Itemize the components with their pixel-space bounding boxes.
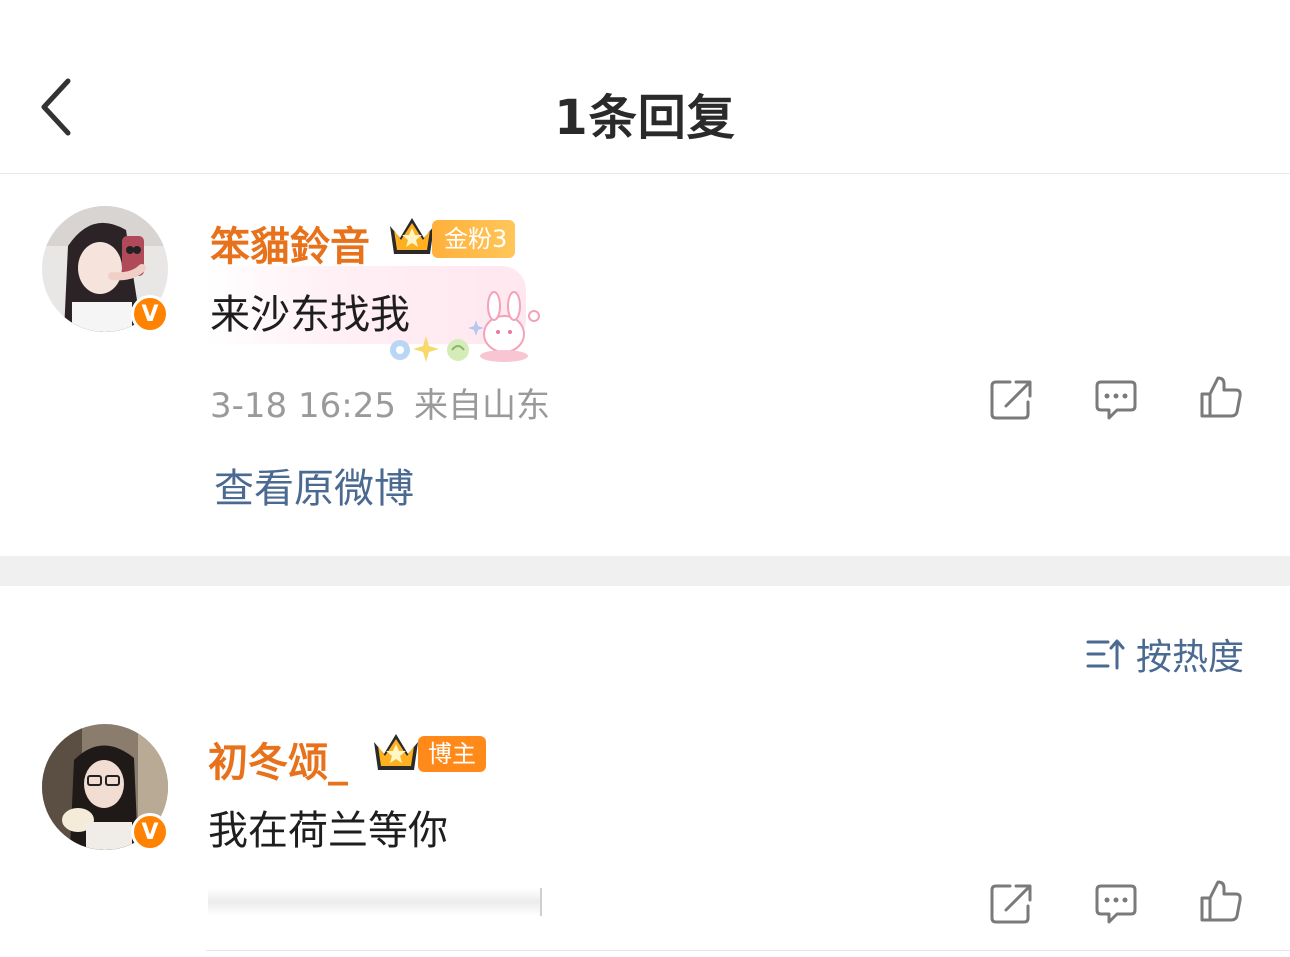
crown-icon bbox=[390, 218, 434, 254]
row-divider bbox=[206, 950, 1290, 951]
verified-badge: V bbox=[131, 813, 169, 851]
fan-level-badge: 金粉3 bbox=[432, 220, 516, 258]
comment-text: 来沙东找我 bbox=[210, 292, 410, 338]
blogger-badge: 博主 bbox=[418, 736, 486, 772]
sort-button[interactable]: 按热度 bbox=[1086, 628, 1244, 680]
top-bar: 1条回复 bbox=[0, 0, 1290, 174]
meta-placeholder bbox=[208, 888, 542, 916]
comment-icon[interactable] bbox=[1093, 880, 1139, 926]
sort-label: 按热度 bbox=[1135, 637, 1244, 678]
reply-page: 1条回复 V 笨貓鈴音 金粉3 来沙东找我 3-18 16:25 来自山东 查看… bbox=[0, 0, 1290, 957]
comment-meta: 3-18 16:25 来自山东 bbox=[210, 378, 550, 427]
username[interactable]: 笨貓鈴音 bbox=[210, 214, 370, 272]
share-icon[interactable] bbox=[988, 880, 1034, 926]
page-title: 1条回复 bbox=[554, 90, 736, 146]
username[interactable]: 初冬颂_ bbox=[208, 730, 348, 788]
thumbs-up-icon[interactable] bbox=[1198, 374, 1244, 420]
section-divider bbox=[0, 556, 1290, 586]
comment-time: 3-18 16:25 bbox=[210, 386, 396, 426]
comment-icon[interactable] bbox=[1093, 376, 1139, 422]
share-icon[interactable] bbox=[988, 376, 1034, 422]
verified-badge: V bbox=[131, 295, 169, 333]
sort-icon bbox=[1086, 639, 1125, 670]
crown-icon bbox=[374, 734, 418, 770]
thumbs-up-icon[interactable] bbox=[1198, 878, 1244, 924]
comment-location: 来自山东 bbox=[413, 386, 550, 426]
view-original-link[interactable]: 查看原微博 bbox=[214, 456, 414, 514]
comment-text: 我在荷兰等你 bbox=[208, 808, 448, 854]
